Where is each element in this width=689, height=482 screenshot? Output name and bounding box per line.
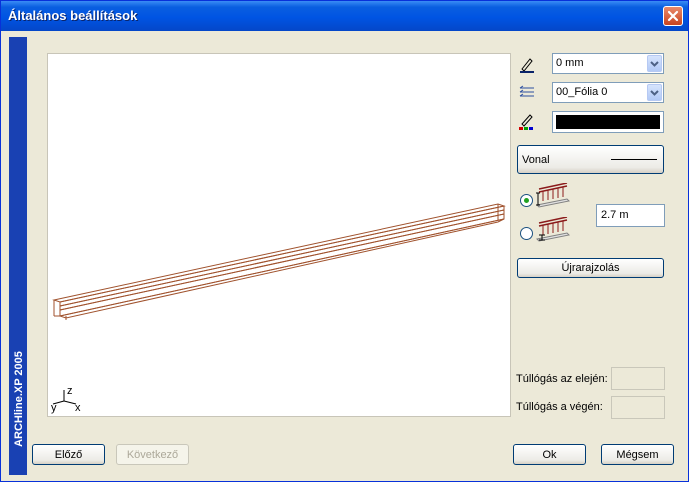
overhang-end-input[interactable] xyxy=(611,396,665,419)
layer-value: 00_Fólia 0 xyxy=(556,86,608,98)
railing-height-value: 2.7 m xyxy=(601,209,629,221)
overhang-start-input[interactable] xyxy=(611,367,665,390)
line-width-value: 0 mm xyxy=(556,57,584,69)
axis-x-label: x xyxy=(75,402,81,414)
railing-base-radio[interactable] xyxy=(520,227,533,240)
layer-select[interactable]: 00_Fólia 0 xyxy=(552,82,664,103)
dropdown-button[interactable] xyxy=(647,55,662,72)
line-width-select[interactable]: 0 mm xyxy=(552,53,664,74)
layers-icon xyxy=(519,85,534,97)
side-banner-text: ARCHline.XP 2005 xyxy=(12,351,25,447)
line-type-label: Vonal xyxy=(522,153,550,166)
close-button[interactable] xyxy=(663,6,683,26)
axis-y-label: y xyxy=(51,402,57,414)
close-icon xyxy=(667,10,679,22)
overhang-start-label: Túllógás az elején: xyxy=(516,373,608,385)
cancel-button[interactable]: Mégsem xyxy=(601,444,674,465)
preview-canvas[interactable]: z y x xyxy=(47,53,511,417)
color-picker[interactable] xyxy=(552,111,664,133)
line-type-button[interactable]: Vonal xyxy=(517,145,664,174)
railing-preview-drawing xyxy=(52,203,506,320)
axis-z-label: z xyxy=(67,385,73,397)
redraw-button[interactable]: Újrarajzolás xyxy=(517,258,664,278)
railing-height-icon xyxy=(535,183,571,208)
redraw-label: Újrarajzolás xyxy=(561,262,620,274)
side-banner: ARCHline.XP 2005 xyxy=(9,37,27,475)
pen-width-icon xyxy=(520,58,534,73)
overhang-end-label: Túllógás a végén: xyxy=(516,401,603,413)
window-title: Általános beállítások xyxy=(8,8,138,23)
color-swatch xyxy=(556,115,660,129)
previous-button[interactable]: Előző xyxy=(32,444,105,465)
railing-height-input[interactable]: 2.7 m xyxy=(596,204,665,227)
next-label: Következő xyxy=(126,448,179,461)
previous-label: Előző xyxy=(54,448,83,461)
dialog-window: Általános beállítások ARCHline.XP 2005 z… xyxy=(0,0,689,482)
ok-label: Ok xyxy=(542,448,557,461)
railing-height-radio[interactable] xyxy=(520,194,533,207)
dropdown-button[interactable] xyxy=(647,84,662,101)
line-type-sample xyxy=(611,159,657,160)
cancel-label: Mégsem xyxy=(616,448,659,461)
ok-button[interactable]: Ok xyxy=(513,444,586,465)
next-button[interactable]: Következő xyxy=(116,444,189,465)
dialog-body: ARCHline.XP 2005 z y x 0 mm 00_Fólia 0 V… xyxy=(4,31,685,478)
railing-base-icon xyxy=(535,217,571,242)
pen-color-icon xyxy=(519,114,533,130)
chevron-down-icon xyxy=(650,60,659,67)
title-bar[interactable]: Általános beállítások xyxy=(1,1,688,31)
chevron-down-icon xyxy=(650,89,659,96)
